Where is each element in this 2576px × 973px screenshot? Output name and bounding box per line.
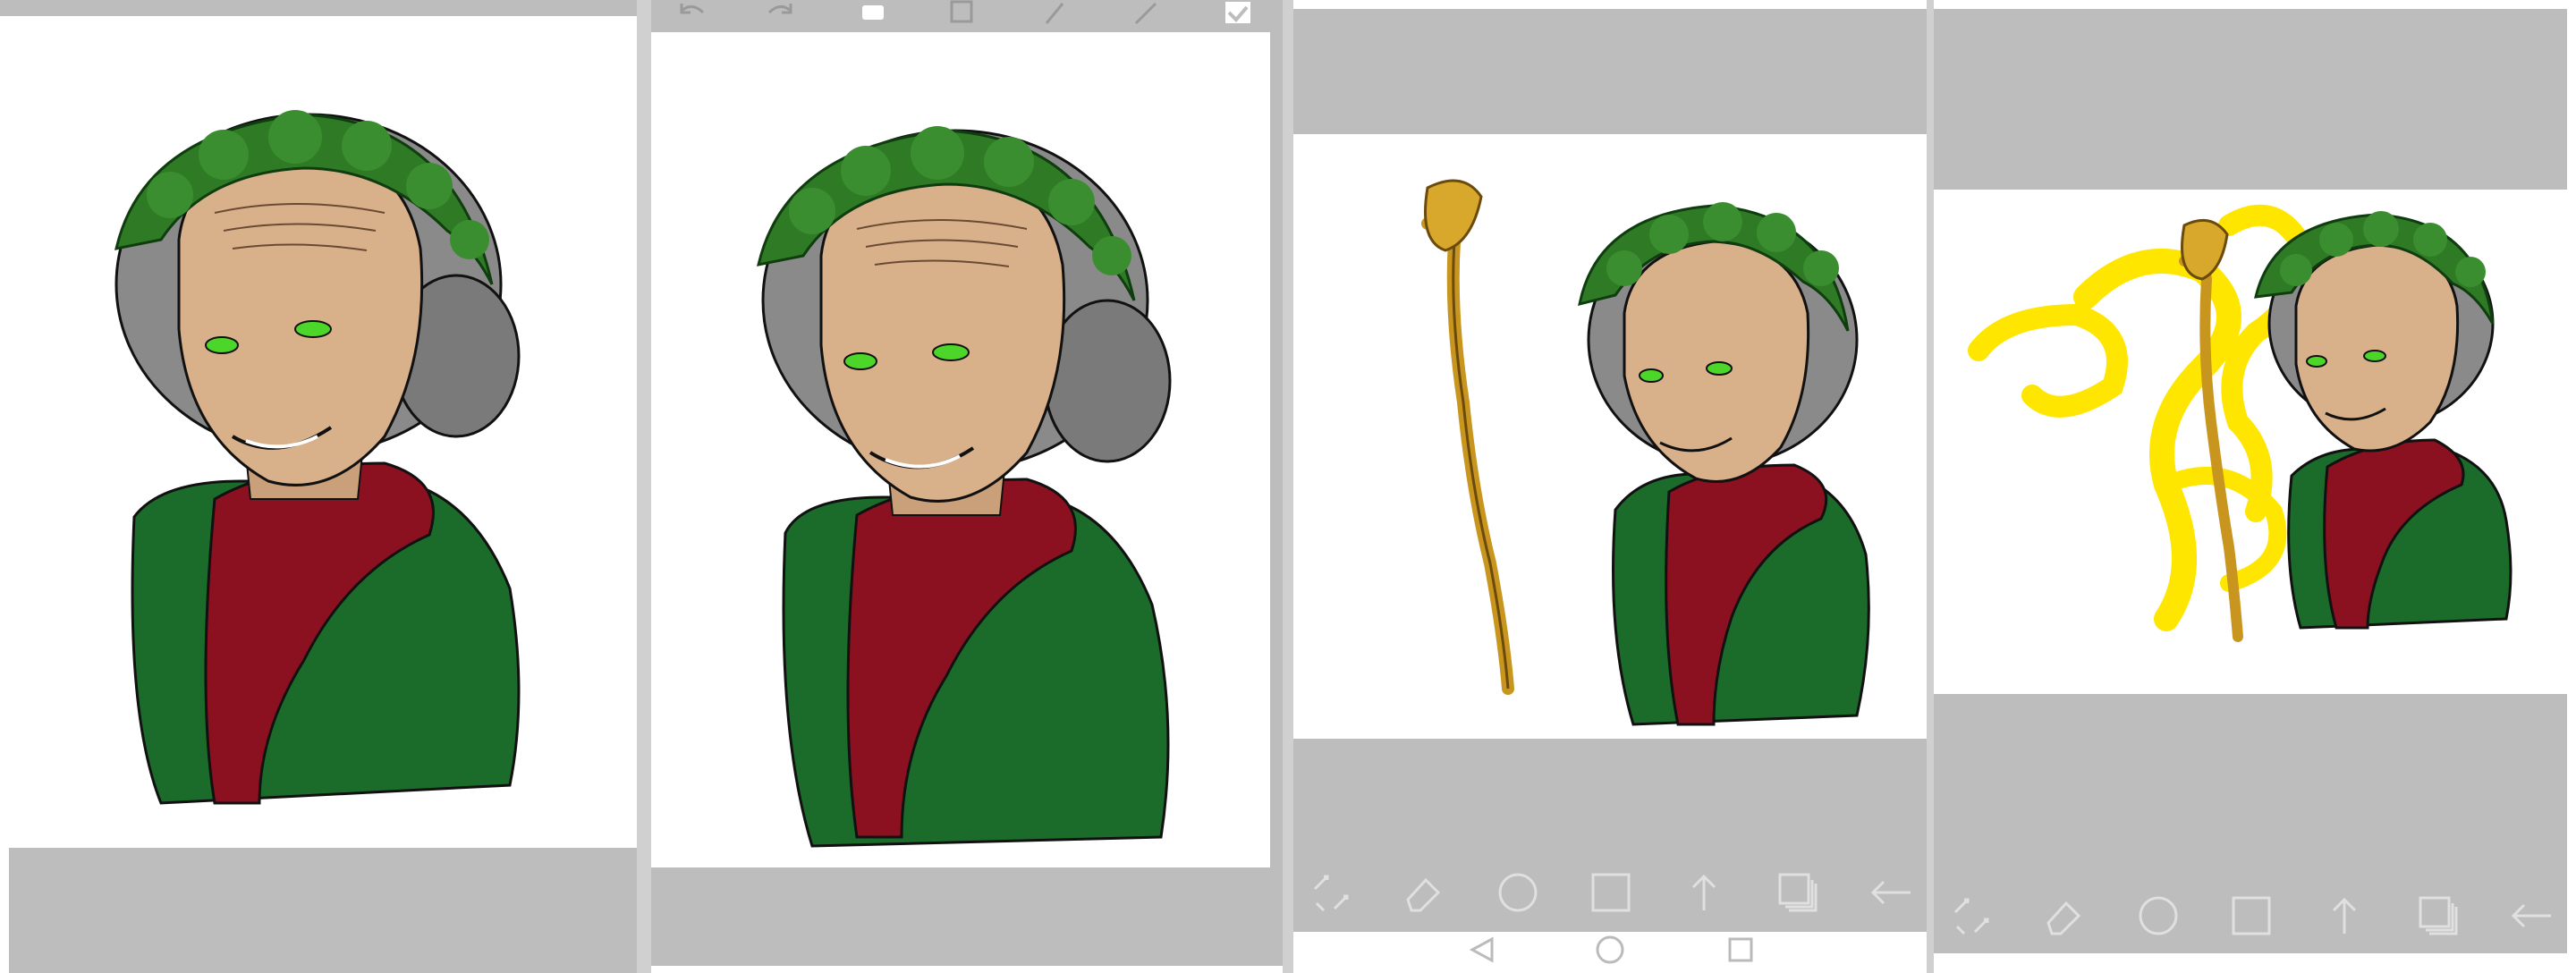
panel-divider	[1283, 0, 1293, 973]
home-circle-icon[interactable]	[1596, 935, 1624, 964]
transform-icon[interactable]	[1943, 887, 2000, 944]
square-icon[interactable]	[2223, 887, 2280, 944]
drawing-canvas[interactable]	[1293, 134, 1927, 739]
layers-icon[interactable]	[2410, 887, 2467, 944]
artwork-staff-magic-portrait	[1968, 204, 2512, 642]
layers-icon[interactable]	[1769, 864, 1826, 921]
system-nav-bar	[1293, 932, 1927, 973]
workspace-bottom	[651, 867, 1283, 966]
workspace-right-edge	[2567, 9, 2576, 953]
panel-2	[651, 0, 1283, 973]
back-arrow-icon[interactable]	[2503, 887, 2560, 944]
recent-square-icon[interactable]	[1728, 937, 1753, 962]
circle-icon[interactable]	[2130, 887, 2187, 944]
workspace-top	[0, 0, 642, 16]
top-toolbar-icons	[669, 0, 1259, 32]
portrait-artwork	[757, 126, 1172, 848]
bottom-toolbar	[1943, 887, 2560, 944]
eraser-icon[interactable]	[1395, 864, 1453, 921]
workspace-top	[1934, 9, 2567, 190]
panel-1	[0, 0, 642, 973]
arrow-up-icon[interactable]	[1675, 864, 1733, 921]
bottom-toolbar	[1302, 864, 1919, 921]
workspace-top	[1293, 9, 1927, 134]
panel-divider	[637, 0, 651, 973]
panel-3	[1293, 0, 1927, 973]
workspace-right-edge	[1270, 32, 1283, 867]
panel-4	[1934, 0, 2576, 973]
back-triangle-icon[interactable]	[1469, 936, 1494, 963]
drawing-canvas[interactable]	[651, 32, 1270, 867]
portrait-artwork	[114, 110, 521, 805]
workspace-bottom	[9, 848, 640, 973]
artwork-staff-and-portrait	[1421, 179, 1870, 726]
drawing-canvas[interactable]	[1934, 190, 2567, 694]
drawing-canvas[interactable]	[9, 16, 631, 848]
eraser-icon[interactable]	[2036, 887, 2093, 944]
back-arrow-icon[interactable]	[1862, 864, 1919, 921]
transform-icon[interactable]	[1302, 864, 1360, 921]
circle-icon[interactable]	[1489, 864, 1546, 921]
square-icon[interactable]	[1582, 864, 1640, 921]
arrow-up-icon[interactable]	[2316, 887, 2373, 944]
panel-divider	[1927, 0, 1934, 973]
